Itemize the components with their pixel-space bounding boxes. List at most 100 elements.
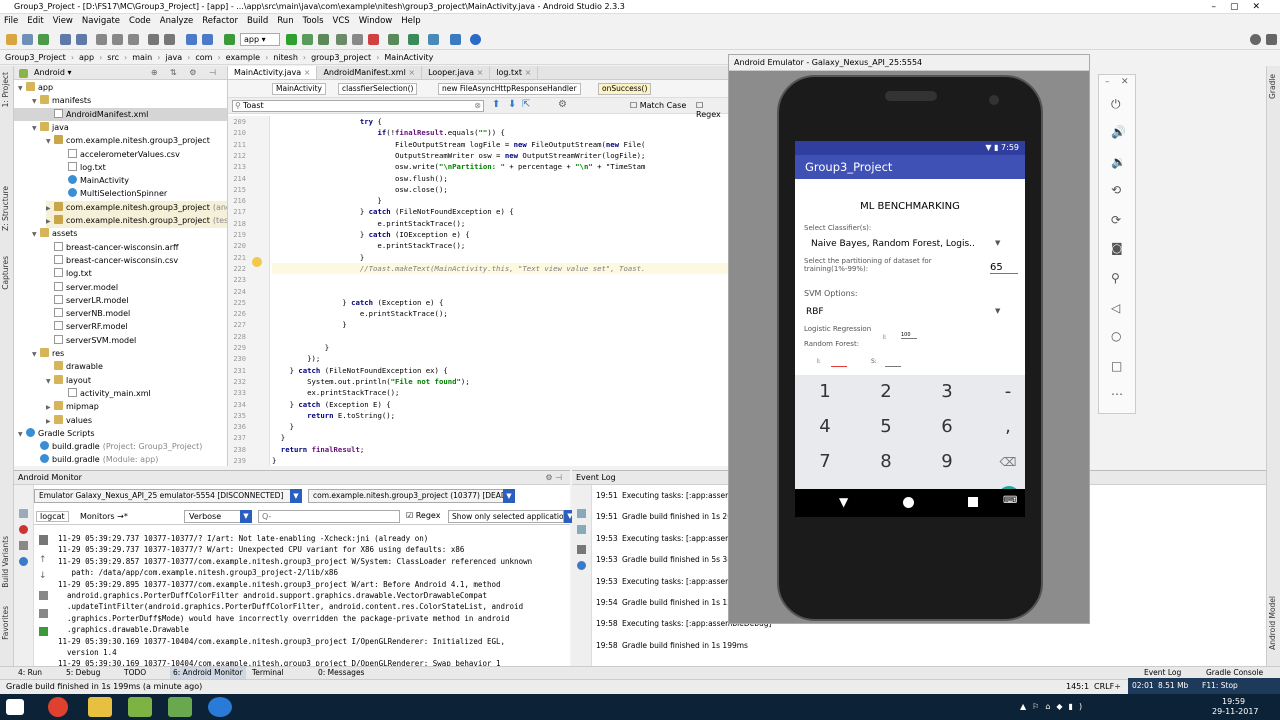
menu-item-build[interactable]: Build <box>247 14 268 29</box>
save-icon[interactable] <box>22 34 33 45</box>
settings-icon[interactable] <box>1266 34 1277 45</box>
file-explorer-icon[interactable] <box>88 697 112 717</box>
volume-down-icon[interactable]: 🔉 <box>1111 155 1126 169</box>
menu-item-view[interactable]: View <box>53 14 73 29</box>
close-icon[interactable]: ✕ <box>1121 77 1129 87</box>
tree-arrow-icon[interactable]: ▼ <box>32 348 40 361</box>
run-config-select[interactable]: app ▾ <box>240 33 280 46</box>
tree-item[interactable]: AndroidManifest.xml <box>14 107 227 121</box>
breadcrumb-item[interactable]: MainActivity <box>384 53 433 62</box>
tree-item[interactable]: ▼ res <box>32 347 64 361</box>
build-variants-tool-tab[interactable]: Build Variants <box>1 536 10 588</box>
sync-icon[interactable] <box>38 34 49 45</box>
avd-manager-icon[interactable] <box>388 34 399 45</box>
window-controls[interactable]: –▢✕ <box>1211 0 1274 13</box>
partition-input[interactable]: 65 <box>990 262 1018 274</box>
help-icon[interactable] <box>577 561 586 570</box>
rotate-right-icon[interactable]: ⟳ <box>1111 213 1121 227</box>
key-minus[interactable]: - <box>983 381 1025 402</box>
logcat-tab[interactable]: logcat <box>36 511 69 522</box>
settings-icon[interactable] <box>577 509 586 518</box>
tree-item[interactable]: ▼ manifests <box>32 94 91 108</box>
filter-select[interactable]: Show only selected application <box>448 510 564 523</box>
editor-breadcrumb-item[interactable]: MainActivity <box>272 83 326 95</box>
copy-icon[interactable] <box>112 34 123 45</box>
key-comma[interactable]: , <box>983 416 1025 437</box>
notepad-icon[interactable] <box>168 697 192 717</box>
breadcrumb-item[interactable]: app <box>79 53 94 62</box>
key-1[interactable]: 1 <box>800 381 850 402</box>
soft-wrap-icon[interactable] <box>39 591 48 600</box>
panel-actions[interactable]: ⊕ ⇅ ⚙ ⊣ <box>151 66 221 80</box>
device-select[interactable]: Emulator Galaxy_Nexus_API_25 emulator-55… <box>34 489 300 503</box>
menu-item-window[interactable]: Window <box>359 14 393 29</box>
tree-arrow-icon[interactable]: ▼ <box>46 135 54 148</box>
apply-changes-icon[interactable] <box>352 34 363 45</box>
stop-logcat-icon[interactable] <box>19 525 28 534</box>
monitor-settings-icon[interactable]: ⚙ ⊣ <box>545 471 562 485</box>
breadcrumb-item[interactable]: Group3_Project <box>5 53 66 62</box>
device-monitor-icon[interactable] <box>450 34 461 45</box>
bottom-tab[interactable]: TODO <box>124 667 146 679</box>
event-row[interactable]: 19:53 Executing tasks: [:app:assembl <box>596 534 739 543</box>
home-icon[interactable] <box>903 497 914 508</box>
find-settings-icon[interactable]: ⚙ <box>558 99 567 110</box>
debug-status[interactable]: F11: Stop <box>1202 678 1238 694</box>
svm-dropdown-icon[interactable]: ▼ <box>995 307 1000 315</box>
classifier-spinner[interactable]: Naive Bayes, Random Forest, Logis.. <box>811 239 1001 249</box>
key-4[interactable]: 4 <box>800 416 850 437</box>
close-icon[interactable]: × <box>406 68 415 77</box>
tree-item[interactable]: ▼ java <box>32 121 69 135</box>
key-5[interactable]: 5 <box>861 416 911 437</box>
close-icon[interactable]: × <box>301 68 311 77</box>
event-row[interactable]: 19:54 Gradle build finished in 1s 126 <box>596 598 737 607</box>
teamviewer-icon[interactable] <box>208 697 232 717</box>
help-icon[interactable] <box>470 34 481 45</box>
tree-item[interactable]: breast-cancer-wisconsin.arff <box>46 241 179 254</box>
menu-item-navigate[interactable]: Navigate <box>82 14 120 29</box>
tree-item[interactable]: ▼ Gradle Scripts <box>18 427 95 441</box>
tree-arrow-icon[interactable]: ▶ <box>46 401 54 414</box>
breadcrumb-item[interactable]: src <box>107 53 119 62</box>
recents-icon[interactable] <box>968 497 978 507</box>
device-dropdown-icon[interactable]: ▼ <box>290 489 302 503</box>
event-row[interactable]: 19:51 Gradle build finished in 1s 26m <box>596 512 739 521</box>
editor-tab[interactable]: log.txt × <box>490 66 539 79</box>
clear-icon[interactable]: ⊗ <box>474 101 481 111</box>
key-7[interactable]: 7 <box>800 451 850 472</box>
select-all-icon[interactable]: ⇱ <box>522 99 530 110</box>
replace-icon[interactable] <box>164 34 175 45</box>
tree-item[interactable]: build.gradle (Project: Group3_Project) <box>32 440 202 453</box>
regex-checkbox[interactable]: ☑ Regex <box>406 511 440 520</box>
lightbulb-icon[interactable] <box>252 257 262 267</box>
project-view-select[interactable]: Android <box>34 68 65 77</box>
tree-item[interactable]: ▶ com.example.nitesh.group3_project(test) <box>46 214 227 228</box>
restart-icon[interactable] <box>39 627 48 636</box>
breadcrumb-item[interactable]: example <box>226 53 260 62</box>
bottom-tab[interactable]: 5: Debug <box>66 667 100 679</box>
tree-arrow-icon[interactable]: ▼ <box>18 428 26 441</box>
tree-arrow-icon[interactable]: ▼ <box>46 375 54 388</box>
tree-item[interactable]: ▼ com.example.nitesh.group3_project <box>46 134 210 148</box>
classifier-dropdown-icon[interactable]: ▼ <box>995 239 1000 247</box>
system-tray-icons[interactable]: ▲⚐⌂◆▮) <box>1020 702 1088 711</box>
tree-item[interactable]: log.txt <box>46 267 92 280</box>
tree-item[interactable]: serverLR.model <box>46 294 129 307</box>
monitors-tab[interactable]: Monitors →* <box>80 512 128 521</box>
help-icon[interactable] <box>19 557 28 566</box>
line-separator[interactable]: CRLF÷ <box>1094 680 1121 694</box>
key-6[interactable]: 6 <box>922 416 972 437</box>
breadcrumb-item[interactable]: nitesh <box>273 53 298 62</box>
clock-date[interactable]: 29-11-2017 <box>1212 707 1259 716</box>
close-icon[interactable]: × <box>522 68 532 77</box>
zoom-icon[interactable]: ⚲ <box>1111 271 1120 285</box>
tree-item[interactable]: activity_main.xml <box>60 387 151 400</box>
caret-position[interactable]: 145:1 <box>1066 680 1089 694</box>
record-icon[interactable] <box>19 541 28 550</box>
back-icon[interactable]: ◁ <box>1111 301 1120 315</box>
close-icon[interactable]: × <box>474 68 484 77</box>
gradle-tool-tab[interactable]: Gradle <box>1268 74 1277 99</box>
svm-spinner[interactable]: RBF <box>806 307 824 317</box>
android-studio-icon[interactable] <box>128 697 152 717</box>
tree-item[interactable]: breast-cancer-wisconsin.csv <box>46 254 178 267</box>
